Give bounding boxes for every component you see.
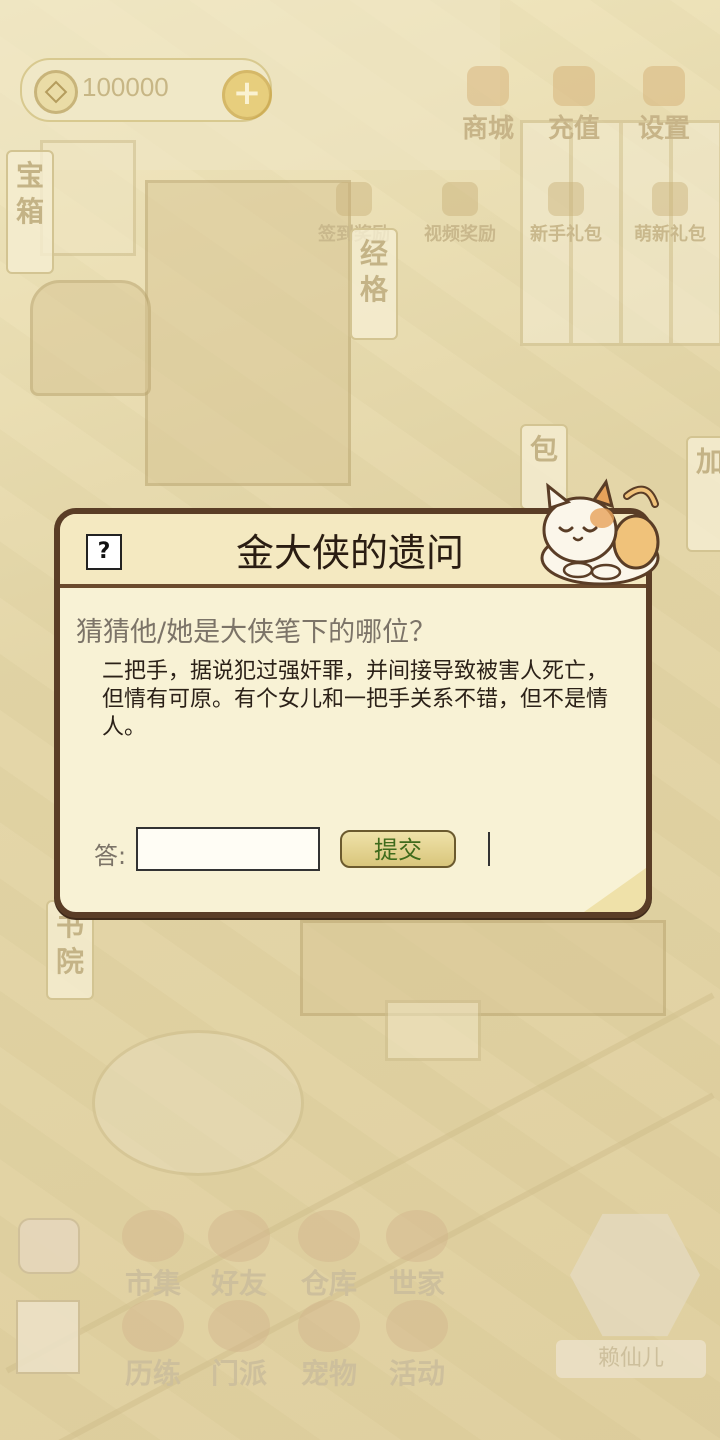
swords-icon [122, 1300, 184, 1352]
sect-icon [208, 1300, 270, 1352]
video-reward-button[interactable]: 视频奖励 [410, 182, 510, 246]
warehouse-icon [298, 1210, 360, 1262]
add-coins-button[interactable]: + [222, 70, 272, 120]
gift-box-icon [652, 182, 688, 216]
warehouse-button[interactable]: 仓库 [288, 1210, 370, 1302]
family-icon [386, 1210, 448, 1262]
recharge-label: 充值 [547, 114, 600, 144]
answer-input[interactable] [136, 827, 320, 871]
sleeping-cat-mascot [540, 478, 660, 586]
shop-icon [467, 66, 509, 106]
market-label: 市集 [124, 1267, 181, 1300]
event-icon [386, 1300, 448, 1352]
clapperboard-icon [442, 182, 478, 216]
help-button[interactable]: ? [86, 534, 122, 570]
treasure-chest [30, 280, 151, 396]
friends-label: 好友 [210, 1267, 267, 1300]
floor-mat [385, 1000, 481, 1061]
task-button[interactable] [16, 1300, 80, 1374]
market-icon [122, 1210, 184, 1262]
desk [300, 920, 666, 1016]
paw-icon [298, 1300, 360, 1352]
beginner-gift-label: 萌新礼包 [634, 224, 706, 245]
recharge-button[interactable]: 充值 [534, 66, 614, 145]
trial-button[interactable]: 历练 [112, 1300, 194, 1392]
lotus-painting [40, 140, 136, 256]
pet-button[interactable]: 宠物 [288, 1300, 370, 1392]
settings-button[interactable]: 设置 [624, 66, 704, 145]
page-corner-fold [584, 868, 646, 912]
family-label: 世家 [388, 1267, 445, 1300]
video-reward-label: 视频奖励 [424, 224, 496, 245]
player-avatar[interactable] [570, 1213, 700, 1337]
player-name: 赖仙儿 [556, 1340, 706, 1378]
market-button[interactable]: 市集 [112, 1210, 194, 1302]
family-button[interactable]: 世家 [376, 1210, 458, 1302]
newbie-gift-button[interactable]: 新手礼包 [516, 182, 616, 246]
settings-label: 设置 [637, 114, 690, 144]
beginner-gift-button[interactable]: 萌新礼包 [620, 182, 720, 246]
quiz-question: 猜猜他/她是大侠笔下的哪位？ [76, 617, 437, 648]
submit-button[interactable]: 提交 [340, 830, 456, 868]
friends-button[interactable]: 好友 [198, 1210, 280, 1302]
coin-amount: 100000 [82, 72, 169, 102]
add-tag[interactable]: 加 [686, 436, 720, 552]
newbie-gift-label: 新手礼包 [530, 224, 602, 245]
coin-icon [34, 70, 78, 114]
treasure-chest-tag[interactable]: 宝箱 [6, 150, 54, 274]
gear-icon [643, 66, 685, 106]
answer-label: 答: [94, 842, 127, 870]
pet-label: 宠物 [300, 1357, 357, 1390]
gift-chest-icon [548, 182, 584, 216]
sect-label: 门派 [210, 1357, 267, 1390]
cat-bed [92, 1030, 304, 1176]
scripture-tag[interactable]: 经格 [350, 228, 398, 340]
trial-label: 历练 [124, 1357, 181, 1390]
quiz-clue: 二把手，据说犯过强奸罪，并间接导致被害人死亡，但情有可原。有个女儿和一把手关系不… [102, 659, 609, 740]
shop-label: 商城 [461, 114, 514, 144]
event-label: 活动 [388, 1357, 445, 1390]
shop-button[interactable]: 商城 [448, 66, 528, 145]
warehouse-label: 仓库 [300, 1267, 357, 1300]
handshake-icon [208, 1210, 270, 1262]
calendar-icon [336, 182, 372, 216]
text-caret [488, 832, 490, 866]
chat-button[interactable] [18, 1218, 80, 1274]
lucky-bag-icon [553, 66, 595, 106]
sect-button[interactable]: 门派 [198, 1300, 280, 1392]
dialog-title: 金大侠的遗问 [235, 531, 464, 575]
event-button[interactable]: 活动 [376, 1300, 458, 1392]
